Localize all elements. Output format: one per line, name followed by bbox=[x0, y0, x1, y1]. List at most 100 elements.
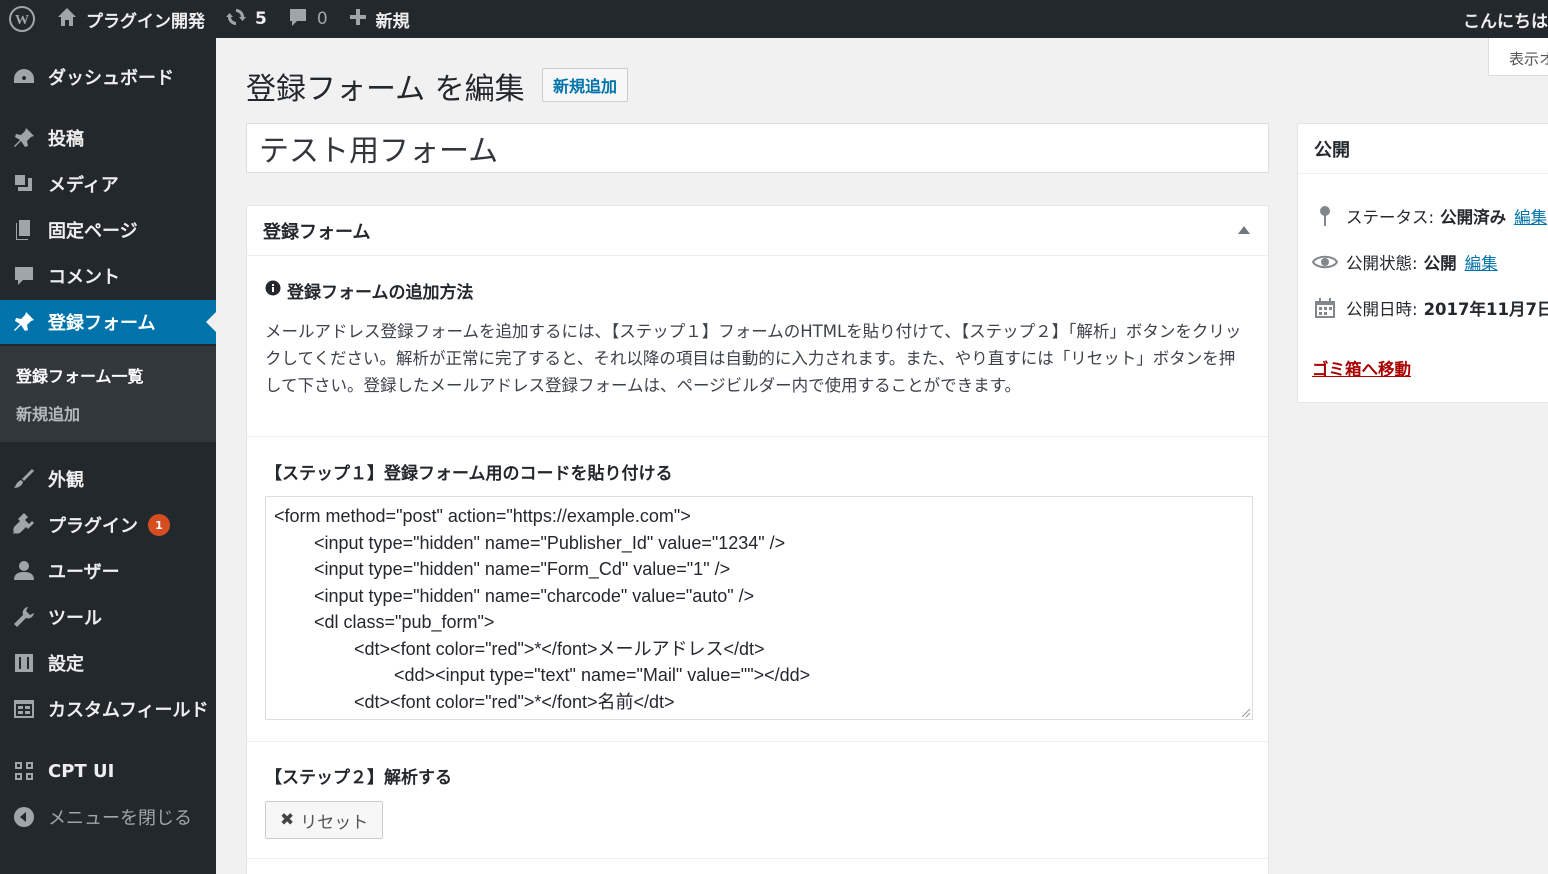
updates-link[interactable]: 5 bbox=[215, 0, 277, 38]
visibility-label: 公開状態: bbox=[1346, 254, 1418, 273]
menu-appearance[interactable]: 外観 bbox=[0, 457, 216, 501]
menu-label: メニューを閉じる bbox=[48, 808, 192, 829]
registration-form-metabox: 登録フォーム 登録フォームの追加方法 メールアドレス登録フォームを追加するには、… bbox=[246, 205, 1269, 874]
brush-icon bbox=[0, 467, 48, 491]
edit-status-link[interactable]: 編集 bbox=[1514, 204, 1547, 228]
reset-label: リセット bbox=[300, 812, 369, 833]
menu-comments[interactable]: コメント bbox=[0, 254, 216, 298]
resize-handle-icon[interactable] bbox=[1239, 706, 1251, 718]
divider bbox=[247, 436, 1268, 437]
pin-icon bbox=[1312, 205, 1338, 227]
edit-visibility-link[interactable]: 編集 bbox=[1465, 250, 1498, 274]
submenu-form-list[interactable]: 登録フォーム一覧 bbox=[16, 363, 144, 387]
step1-heading: 【ステップ１】登録フォーム用のコードを貼り付ける bbox=[265, 464, 673, 484]
menu-label: プラグイン bbox=[48, 516, 138, 537]
divider bbox=[247, 858, 1268, 859]
menu-media[interactable]: メディア bbox=[0, 162, 216, 206]
cpt-icon bbox=[0, 759, 48, 783]
comment-icon bbox=[0, 264, 48, 288]
date-label: 公開日時: bbox=[1346, 300, 1418, 319]
add-new-button[interactable]: 新規追加 bbox=[542, 68, 629, 102]
menu-collapse[interactable]: メニューを閉じる bbox=[0, 795, 216, 839]
reset-button[interactable]: ✖ リセット bbox=[265, 801, 384, 839]
menu-label: メディア bbox=[48, 175, 119, 196]
admin-sidebar: ダッシュボード 投稿 メディア 固定ページ コメント 登録フォーム 登録フォーム… bbox=[0, 38, 216, 874]
screen-options-tab[interactable]: 表示オプション bbox=[1488, 38, 1548, 76]
date-row: 公開日時: 2017年11月7日 bbox=[1312, 296, 1548, 320]
menu-settings[interactable]: 設定 bbox=[0, 641, 216, 685]
user-icon bbox=[0, 559, 48, 583]
wrench-icon bbox=[0, 605, 48, 629]
menu-label: 投稿 bbox=[48, 129, 84, 150]
comment-icon bbox=[287, 6, 309, 33]
svg-text:W: W bbox=[15, 13, 29, 28]
visibility-value: 公開 bbox=[1423, 254, 1457, 273]
eye-icon bbox=[1312, 253, 1338, 271]
menu-registration-form[interactable]: 登録フォーム bbox=[0, 300, 216, 344]
menu-label: 登録フォーム bbox=[48, 313, 156, 334]
page-icon bbox=[0, 218, 48, 242]
publish-title: 公開 bbox=[1314, 139, 1350, 161]
collapse-icon bbox=[0, 805, 48, 829]
menu-label: 外観 bbox=[48, 470, 84, 491]
comments-count: 0 bbox=[316, 9, 328, 29]
status-row: ステータス: 公開済み 編集 bbox=[1312, 204, 1547, 228]
comments-link[interactable]: 0 bbox=[277, 0, 338, 38]
menu-label: コメント bbox=[48, 267, 120, 288]
wordpress-logo-icon[interactable]: W bbox=[0, 0, 46, 38]
close-icon: ✖ bbox=[280, 810, 295, 830]
status-value: 公開済み bbox=[1440, 208, 1507, 227]
page-title: 登録フォーム を編集 bbox=[246, 72, 525, 107]
pin-icon bbox=[0, 310, 48, 334]
submenu: 登録フォーム一覧 新規追加 bbox=[0, 346, 216, 442]
admin-bar: W プラグイン開発 5 0 新規 こんにちは bbox=[0, 0, 1548, 38]
status-label: ステータス: bbox=[1346, 208, 1435, 227]
metabox-header[interactable]: 登録フォーム bbox=[247, 206, 1268, 256]
step2-heading: 【ステップ２】解析する bbox=[265, 768, 452, 788]
account-greeting[interactable]: こんにちは bbox=[1463, 0, 1548, 38]
collapse-arrow-icon[interactable] bbox=[1238, 226, 1250, 234]
menu-label: ユーザー bbox=[48, 562, 120, 583]
dashboard-icon bbox=[0, 65, 48, 89]
grid-icon bbox=[0, 697, 48, 721]
menu-plugins[interactable]: プラグイン 1 bbox=[0, 503, 216, 547]
form-code-textarea[interactable]: <form method="post" action="https://exam… bbox=[265, 496, 1253, 720]
submenu-add-new[interactable]: 新規追加 bbox=[16, 401, 80, 425]
post-title-input[interactable] bbox=[246, 123, 1269, 173]
site-name-label: プラグイン開発 bbox=[86, 11, 205, 32]
plugin-update-badge: 1 bbox=[148, 514, 170, 536]
info-heading-text: 登録フォームの追加方法 bbox=[287, 283, 474, 303]
visibility-row: 公開状態: 公開 編集 bbox=[1312, 250, 1498, 274]
new-content-label: 新規 bbox=[375, 11, 410, 32]
move-to-trash-link[interactable]: ゴミ箱へ移動 bbox=[1312, 356, 1411, 380]
divider bbox=[247, 741, 1268, 742]
media-icon bbox=[0, 172, 48, 196]
menu-users[interactable]: ユーザー bbox=[0, 549, 216, 593]
date-value: 2017年11月7日 bbox=[1423, 300, 1548, 319]
home-icon bbox=[56, 6, 78, 33]
menu-pages[interactable]: 固定ページ bbox=[0, 208, 216, 252]
publish-header[interactable]: 公開 bbox=[1298, 124, 1548, 174]
menu-label: 設定 bbox=[48, 654, 84, 675]
menu-label: ツール bbox=[48, 608, 102, 629]
menu-label: 固定ページ bbox=[48, 221, 138, 242]
pin-icon bbox=[0, 126, 48, 150]
menu-dashboard[interactable]: ダッシュボード bbox=[0, 55, 216, 99]
publish-metabox: 公開 ステータス: 公開済み 編集 公開状態: 公開 編集 公開日時: 2017… bbox=[1297, 123, 1548, 403]
info-icon bbox=[265, 280, 281, 301]
refresh-icon bbox=[225, 6, 247, 33]
instructions-text: メールアドレス登録フォームを追加するには、【ステップ１】フォームのHTMLを貼り… bbox=[265, 322, 1242, 395]
site-name-link[interactable]: プラグイン開発 bbox=[46, 0, 215, 38]
menu-posts[interactable]: 投稿 bbox=[0, 116, 216, 160]
menu-label: カスタムフィールド bbox=[48, 700, 209, 721]
plugin-icon bbox=[0, 513, 48, 537]
menu-cpt-ui[interactable]: CPT UI bbox=[0, 749, 216, 793]
menu-label: CPT UI bbox=[48, 760, 115, 782]
calendar-icon bbox=[1312, 297, 1338, 319]
settings-icon bbox=[0, 651, 48, 675]
menu-tools[interactable]: ツール bbox=[0, 595, 216, 639]
menu-label: ダッシュボード bbox=[48, 68, 174, 89]
menu-custom-fields[interactable]: カスタムフィールド bbox=[0, 687, 216, 731]
new-content-link[interactable]: 新規 bbox=[338, 0, 420, 38]
plus-icon bbox=[348, 7, 368, 32]
